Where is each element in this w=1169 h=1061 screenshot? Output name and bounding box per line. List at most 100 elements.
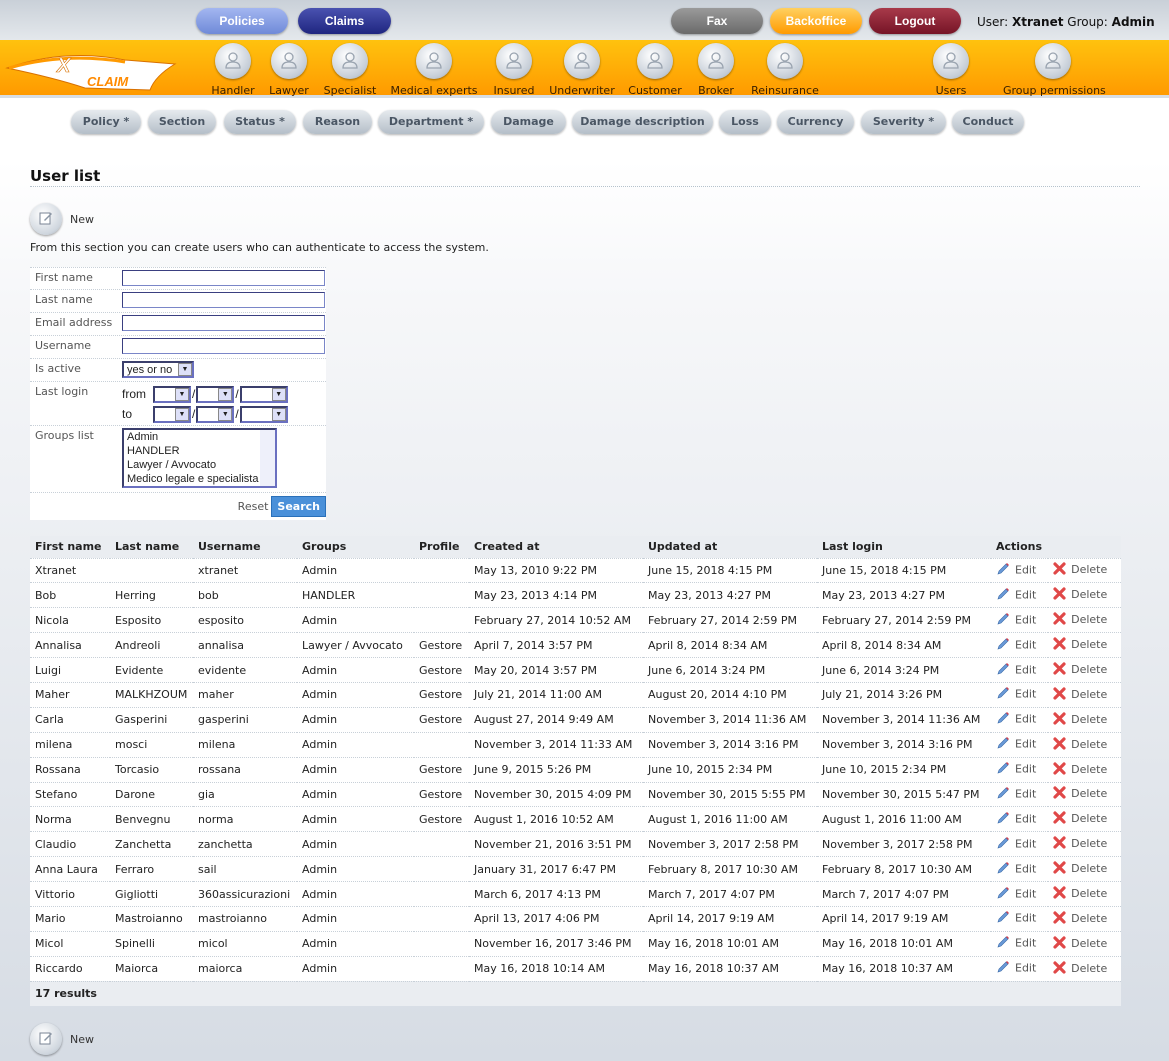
delete-button[interactable]: Delete <box>1048 781 1121 807</box>
reset-button[interactable]: Reset <box>238 500 269 513</box>
subnav-department[interactable]: Department * <box>378 110 484 134</box>
policies-button[interactable]: Policies <box>196 8 288 34</box>
edit-button[interactable]: Edit <box>991 632 1049 658</box>
delete-button[interactable]: Delete <box>1048 582 1121 608</box>
username-input[interactable] <box>122 338 325 354</box>
delete-button[interactable]: Delete <box>1048 831 1121 857</box>
group-label: Group: <box>1067 15 1108 29</box>
delete-button[interactable]: Delete <box>1048 632 1121 658</box>
edit-button[interactable]: Edit <box>991 681 1049 708</box>
cell-username: evidente <box>193 657 297 683</box>
is-active-select[interactable]: yes or no ▼ <box>122 361 194 378</box>
nav-users[interactable]: Users <box>901 43 1001 97</box>
delete-button[interactable]: Delete <box>1048 557 1121 583</box>
edit-button[interactable]: Edit <box>991 731 1049 758</box>
from-year-select[interactable]: ▼ <box>239 385 288 403</box>
group-option[interactable]: Medico legale e specialista <box>127 472 275 486</box>
edit-button[interactable]: Edit <box>991 881 1049 907</box>
pencil-icon <box>996 910 1010 927</box>
cell-updated-at: November 3, 2014 3:16 PM <box>643 731 817 758</box>
backoffice-button[interactable]: Backoffice <box>770 8 862 34</box>
edit-button[interactable]: Edit <box>991 657 1049 683</box>
edit-label: Edit <box>1015 638 1037 652</box>
edit-button[interactable]: Edit <box>991 706 1049 733</box>
subnav-conduct[interactable]: Conduct <box>952 110 1024 134</box>
pencil-icon <box>996 562 1010 579</box>
subnav-severity[interactable]: Severity * <box>861 110 946 134</box>
column-header-created-at: Created at <box>469 536 643 558</box>
delete-button[interactable]: Delete <box>1048 681 1121 708</box>
edit-label: Edit <box>1015 762 1037 776</box>
edit-button[interactable]: Edit <box>991 930 1049 957</box>
delete-button[interactable]: Delete <box>1048 955 1121 982</box>
cell-first-name: milena <box>30 731 110 758</box>
delete-button[interactable]: Delete <box>1048 657 1121 683</box>
edit-button[interactable]: Edit <box>991 607 1049 633</box>
edit-label: Edit <box>1015 887 1037 901</box>
last-name-input[interactable] <box>122 292 325 308</box>
subnav-status[interactable]: Status * <box>224 110 296 134</box>
to-year-select[interactable]: ▼ <box>239 405 288 423</box>
cell-last-login: April 14, 2017 9:19 AM <box>817 905 991 932</box>
delete-button[interactable]: Delete <box>1048 881 1121 907</box>
from-day-select[interactable]: ▼ <box>153 385 191 403</box>
groups-listbox[interactable]: Admin HANDLER Lawyer / Avvocato Medico l… <box>122 428 277 488</box>
logout-button[interactable]: Logout <box>869 8 961 34</box>
delete-button[interactable]: Delete <box>1048 930 1121 957</box>
group-option[interactable]: HANDLER <box>127 444 275 458</box>
subnav-section[interactable]: Section <box>148 110 216 134</box>
xclaim-logo[interactable]: X CLAIM <box>5 46 177 95</box>
edit-label: Edit <box>1015 812 1037 826</box>
edit-button[interactable]: Edit <box>991 905 1049 932</box>
cell-updated-at: August 1, 2016 11:00 AM <box>643 806 817 832</box>
delete-label: Delete <box>1071 837 1108 851</box>
cell-created-at: August 27, 2014 9:49 AM <box>469 706 643 733</box>
edit-button[interactable]: Edit <box>991 557 1049 583</box>
search-button[interactable]: Search <box>271 496 326 517</box>
edit-button[interactable]: Edit <box>991 781 1049 807</box>
first-name-input[interactable] <box>122 270 325 286</box>
table-row: Xtranet xtranet Admin May 13, 2010 9:22 PM J… <box>30 557 1121 583</box>
to-month-select[interactable]: ▼ <box>196 405 235 423</box>
delete-button[interactable]: Delete <box>1048 731 1121 758</box>
subnav-currency[interactable]: Currency <box>777 110 854 134</box>
cell-first-name: Nicola <box>30 607 110 633</box>
subnav-damage[interactable]: Damage <box>491 110 566 134</box>
edit-button[interactable]: Edit <box>991 856 1049 882</box>
subnav-policy[interactable]: Policy * <box>71 110 141 134</box>
cell-last-name: Zanchetta <box>110 831 193 857</box>
delete-button[interactable]: Delete <box>1048 806 1121 832</box>
edit-button[interactable]: Edit <box>991 955 1049 982</box>
edit-button[interactable]: Edit <box>991 831 1049 857</box>
new-user-button-bottom[interactable]: New <box>30 1023 94 1055</box>
edit-button[interactable]: Edit <box>991 756 1049 783</box>
delete-label: Delete <box>1071 862 1108 876</box>
user-avatar-icon <box>416 43 452 79</box>
nav-group-permissions[interactable]: Group permissions <box>1003 43 1106 97</box>
listbox-scrollbar[interactable] <box>260 430 275 486</box>
cell-first-name: Vittorio <box>30 881 110 907</box>
subnav-reason[interactable]: Reason <box>303 110 372 134</box>
to-day-select[interactable]: ▼ <box>153 405 191 423</box>
claims-button[interactable]: Claims <box>298 8 391 34</box>
delete-button[interactable]: Delete <box>1048 856 1121 882</box>
edit-button[interactable]: Edit <box>991 582 1049 608</box>
from-month-select[interactable]: ▼ <box>196 385 235 403</box>
delete-button[interactable]: Delete <box>1048 706 1121 733</box>
new-user-button[interactable]: New <box>30 203 94 235</box>
group-option[interactable]: Lawyer / Avvocato <box>127 458 275 472</box>
delete-button[interactable]: Delete <box>1048 756 1121 783</box>
nav-reinsurance[interactable]: Reinsurance <box>735 43 835 97</box>
group-option[interactable]: Admin <box>127 430 275 444</box>
fax-button[interactable]: Fax <box>671 8 763 34</box>
cell-profile: Gestore <box>414 681 469 708</box>
delete-button[interactable]: Delete <box>1048 905 1121 932</box>
delete-x-icon <box>1053 911 1066 927</box>
subnav-loss[interactable]: Loss <box>719 110 771 134</box>
email-input[interactable] <box>122 315 325 331</box>
cell-profile: Gestore <box>414 781 469 807</box>
subnav-damage-description[interactable]: Damage description <box>572 110 713 134</box>
edit-button[interactable]: Edit <box>991 806 1049 832</box>
cell-last-name: Herring <box>110 582 193 608</box>
delete-button[interactable]: Delete <box>1048 607 1121 633</box>
